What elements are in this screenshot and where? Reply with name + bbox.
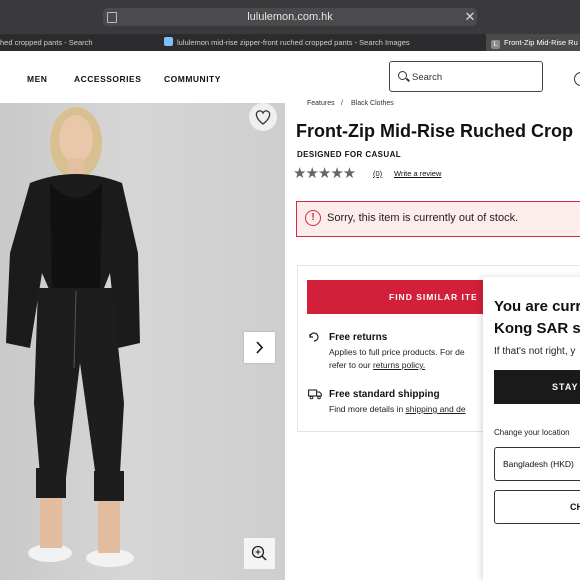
tab-label: Front-Zip Mid-Rise Ru xyxy=(504,38,578,47)
free-returns-text: Applies to full price products. For de xyxy=(329,347,465,357)
product-image xyxy=(0,103,285,580)
breadcrumb-separator: / xyxy=(341,100,343,107)
shipping-prefix: Find more details in xyxy=(329,404,406,414)
free-shipping-title: Free standard shipping xyxy=(329,389,440,400)
change-location-label: Change your location xyxy=(494,428,570,437)
modal-title: You are curr Kong SAR si xyxy=(494,296,580,340)
wishlist-button[interactable] xyxy=(249,103,277,131)
tab-search[interactable]: hed cropped pants - Search xyxy=(0,34,155,51)
tab-label: hed cropped pants - Search xyxy=(0,38,93,47)
address-bar[interactable]: lululemon.com.hk xyxy=(103,8,477,26)
returns-icon xyxy=(309,332,319,342)
alert-icon: ! xyxy=(305,210,321,226)
tab-product[interactable]: L Front-Zip Mid-Rise Ru xyxy=(486,34,580,51)
nav-accessories[interactable]: ACCESSORIES xyxy=(74,74,141,84)
free-returns-title: Free returns xyxy=(329,332,388,343)
lululemon-favicon-icon: L xyxy=(491,40,500,49)
chevron-right-icon xyxy=(256,341,264,354)
change-button[interactable]: CH xyxy=(494,490,580,524)
search-icon xyxy=(398,71,407,80)
search-placeholder: Search xyxy=(412,72,443,83)
free-shipping-text: Find more details in shipping and de xyxy=(329,404,466,414)
breadcrumb-black-clothes[interactable]: Black Clothes xyxy=(351,100,394,107)
model-illustration xyxy=(6,107,140,567)
tab-label: lululemon mid-rise zipper-front ruched c… xyxy=(177,38,410,47)
heart-icon xyxy=(255,110,271,125)
tab-search-images[interactable]: lululemon mid-rise zipper-front ruched c… xyxy=(160,34,445,51)
out-of-stock-message: Sorry, this item is currently out of sto… xyxy=(327,212,519,224)
truck-icon xyxy=(308,389,322,400)
stay-button[interactable]: STAY xyxy=(494,370,580,404)
zoom-button[interactable] xyxy=(244,538,275,569)
rating-stars: ★★★★★ xyxy=(293,165,356,182)
next-image-button[interactable] xyxy=(244,332,275,363)
review-count-link[interactable]: (0) xyxy=(373,169,382,178)
search-favicon-icon xyxy=(164,37,173,46)
breadcrumb-features[interactable]: Features xyxy=(307,100,335,107)
country-select[interactable]: Bangladesh (HKD) xyxy=(494,447,580,481)
designed-for-label: DESIGNED FOR CASUAL xyxy=(297,150,402,159)
nav-men[interactable]: MEN xyxy=(27,74,47,84)
page-icon xyxy=(107,12,117,23)
modal-title-line-2: Kong SAR si xyxy=(494,320,580,337)
modal-title-line-1: You are curr xyxy=(494,298,580,315)
write-review-link[interactable]: Write a review xyxy=(394,169,441,178)
clear-url-icon[interactable]: ✕ xyxy=(464,8,476,26)
shipping-details-link[interactable]: shipping and de xyxy=(406,404,466,414)
nav-community[interactable]: COMMUNITY xyxy=(164,74,221,84)
zoom-in-icon xyxy=(251,545,267,561)
product-title: Front-Zip Mid-Rise Ruched Crop xyxy=(296,121,573,141)
modal-subtitle: If that's not right, y xyxy=(494,346,576,357)
returns-policy-link[interactable]: returns policy. xyxy=(373,360,425,370)
free-returns-policy-line: refer to our returns policy. xyxy=(329,360,425,370)
returns-prefix: refer to our xyxy=(329,360,373,370)
